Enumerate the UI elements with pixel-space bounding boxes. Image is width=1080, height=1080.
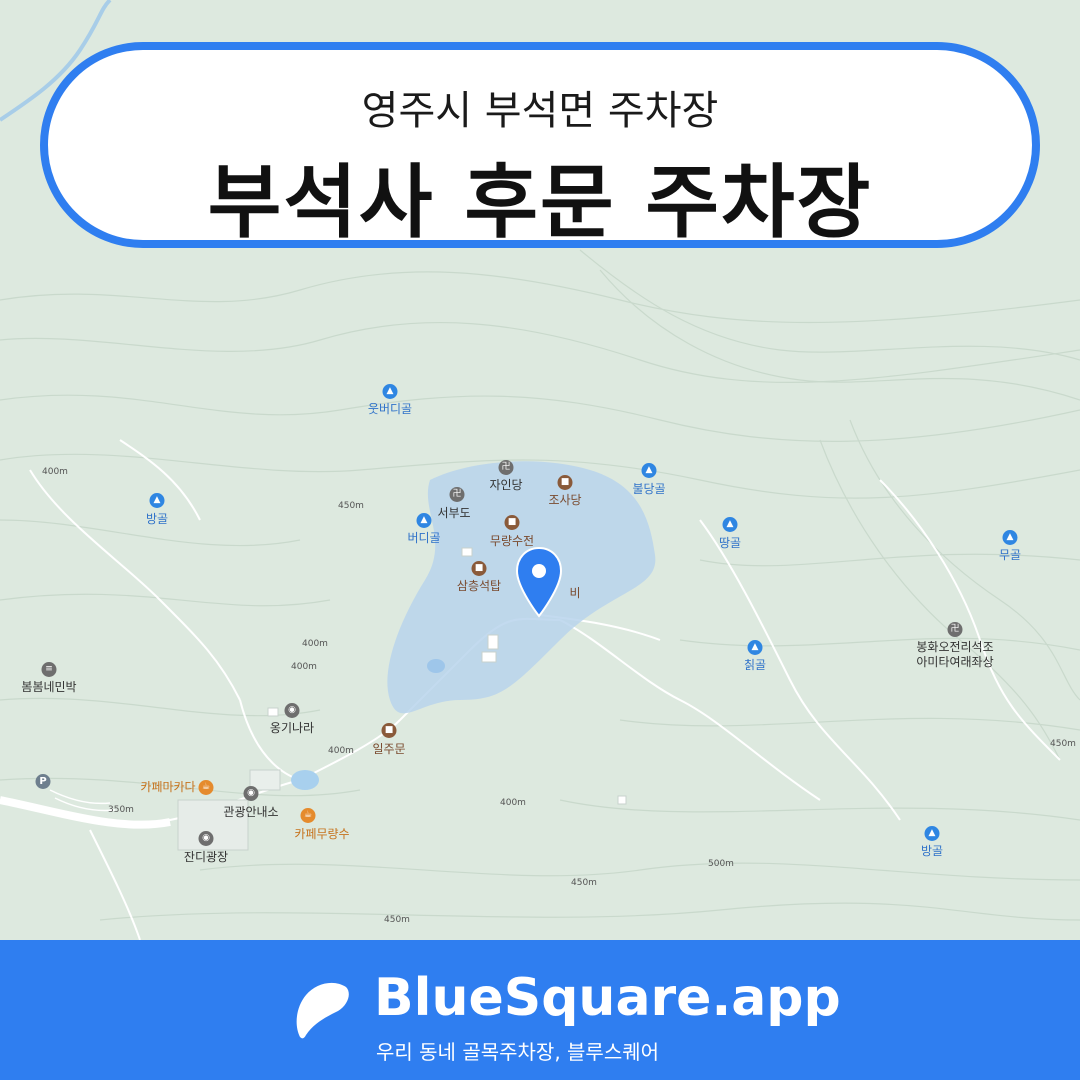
place-onggi-nara[interactable]: 옹기나라 (270, 721, 314, 735)
mountain-icon: ▲ (924, 826, 940, 841)
place-utbeodigol[interactable]: 웃버디골 (368, 402, 412, 416)
mountain-icon: ▲ (722, 517, 738, 532)
place-bangol-west[interactable]: 방골 (146, 512, 168, 526)
place-bi[interactable]: 비 (569, 586, 580, 600)
place-bonghwa-buddha[interactable]: 봉화오전리석조 아미타여래좌상 (916, 640, 993, 670)
brand-tagline: 우리 동네 골목주차장, 블루스퀘어 (376, 1040, 660, 1064)
place-samcheungseoktap[interactable]: 삼층석탑 (457, 579, 501, 593)
heritage-icon: ■ (504, 515, 520, 530)
place-mugol[interactable]: 무골 (999, 548, 1021, 562)
mountain-icon: ▲ (641, 463, 657, 478)
elevation-label: 350m (108, 805, 134, 815)
bluesquare-logo-icon[interactable] (290, 977, 354, 1041)
place-bangol-east[interactable]: 방골 (921, 844, 943, 858)
brand-name[interactable]: BlueSquare.app (374, 968, 841, 1028)
place-chikgol[interactable]: 칡골 (744, 658, 766, 672)
mountain-icon: ▲ (1002, 530, 1018, 545)
heritage-icon: ■ (557, 475, 573, 490)
title-banner: 영주시 부석면 주차장 부석사 후문 주차장 (40, 42, 1040, 249)
elevation-label: 400m (500, 798, 526, 808)
temple-icon: 卍 (498, 460, 514, 475)
info-icon: ◉ (243, 786, 259, 801)
elevation-label: 400m (291, 662, 317, 672)
elevation-label: 400m (302, 639, 328, 649)
temple-icon: 卍 (449, 487, 465, 502)
place-cafe-muryangsu[interactable]: 카페무량수 (294, 827, 349, 841)
elevation-label: 450m (338, 501, 364, 511)
elevation-label: 400m (42, 467, 68, 477)
elevation-label: 450m (571, 878, 597, 888)
place-seobudo[interactable]: 서부도 (437, 506, 470, 520)
place-jaindang[interactable]: 자인당 (489, 478, 522, 492)
place-ttanggol[interactable]: 땅골 (719, 536, 741, 550)
elevation-label: 450m (384, 915, 410, 925)
parking-icon[interactable]: P (35, 774, 51, 789)
place-josadang[interactable]: 조사당 (548, 493, 581, 507)
elevation-label: 400m (328, 746, 354, 756)
place-cafe-makada[interactable]: 카페마카다 (140, 780, 195, 794)
shop-icon: ◉ (284, 703, 300, 718)
mountain-icon: ▲ (149, 493, 165, 508)
mountain-icon: ▲ (747, 640, 763, 655)
cafe-icon: ☕ (300, 808, 316, 823)
page-subtitle: 영주시 부석면 주차장 (361, 88, 719, 134)
place-tour-info[interactable]: 관광안내소 (223, 805, 278, 819)
cafe-icon: ☕ (198, 780, 214, 795)
lodging-icon: ≡ (41, 662, 57, 677)
park-icon: ◉ (198, 831, 214, 846)
place-bombom-minbak[interactable]: 봄봄네민박 (21, 680, 76, 694)
page-title: 부석사 후문 주차장 (207, 156, 873, 249)
heritage-icon: ■ (471, 561, 487, 576)
place-iljumun[interactable]: 일주문 (372, 742, 405, 756)
place-buldanggol[interactable]: 불당골 (632, 482, 665, 496)
temple-icon: 卍 (947, 622, 963, 637)
mountain-icon: ▲ (382, 384, 398, 399)
elevation-label: 500m (708, 859, 734, 869)
place-jandi-gwangjang[interactable]: 잔디광장 (184, 850, 228, 864)
place-beodigol[interactable]: 버디골 (407, 531, 440, 545)
mountain-icon: ▲ (416, 513, 432, 528)
heritage-icon: ■ (381, 723, 397, 738)
location-pin-icon[interactable] (514, 546, 564, 618)
elevation-label: 450m (1050, 739, 1076, 749)
